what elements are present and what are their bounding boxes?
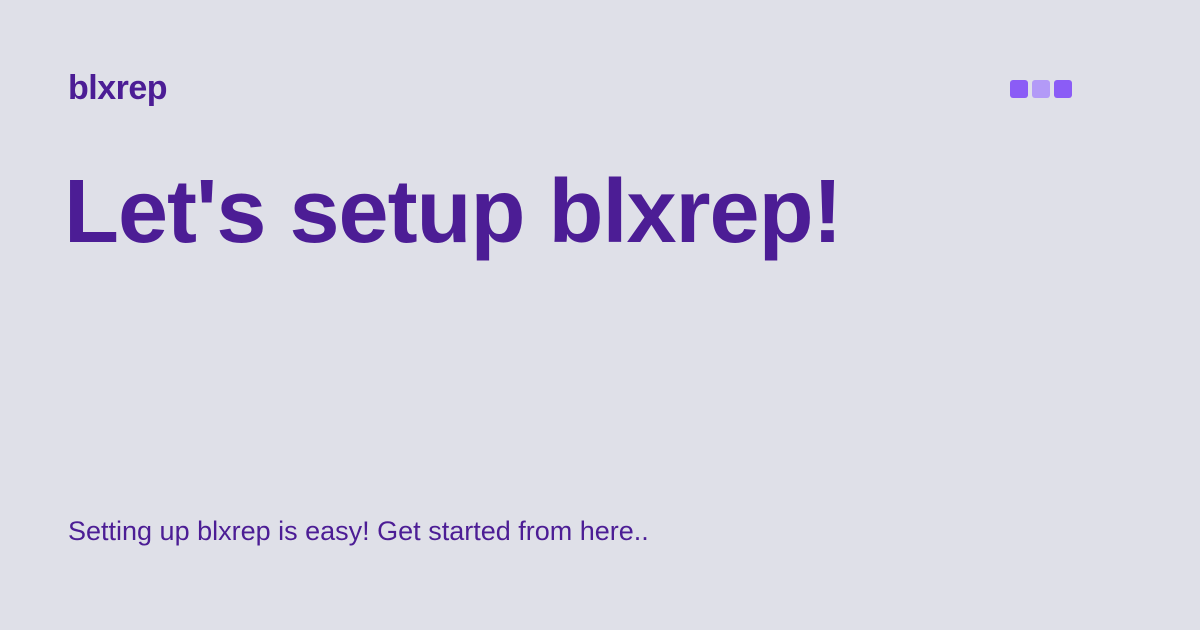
logo-square-3 [1054,80,1072,98]
logo-square-2 [1032,80,1050,98]
three-squares-icon [1010,80,1072,98]
page-description: Setting up blxrep is easy! Get started f… [68,516,649,546]
page-headline: Let's setup blxrep! [64,162,843,262]
logo-square-1 [1010,80,1028,98]
brand-name: blxrep [68,69,168,107]
